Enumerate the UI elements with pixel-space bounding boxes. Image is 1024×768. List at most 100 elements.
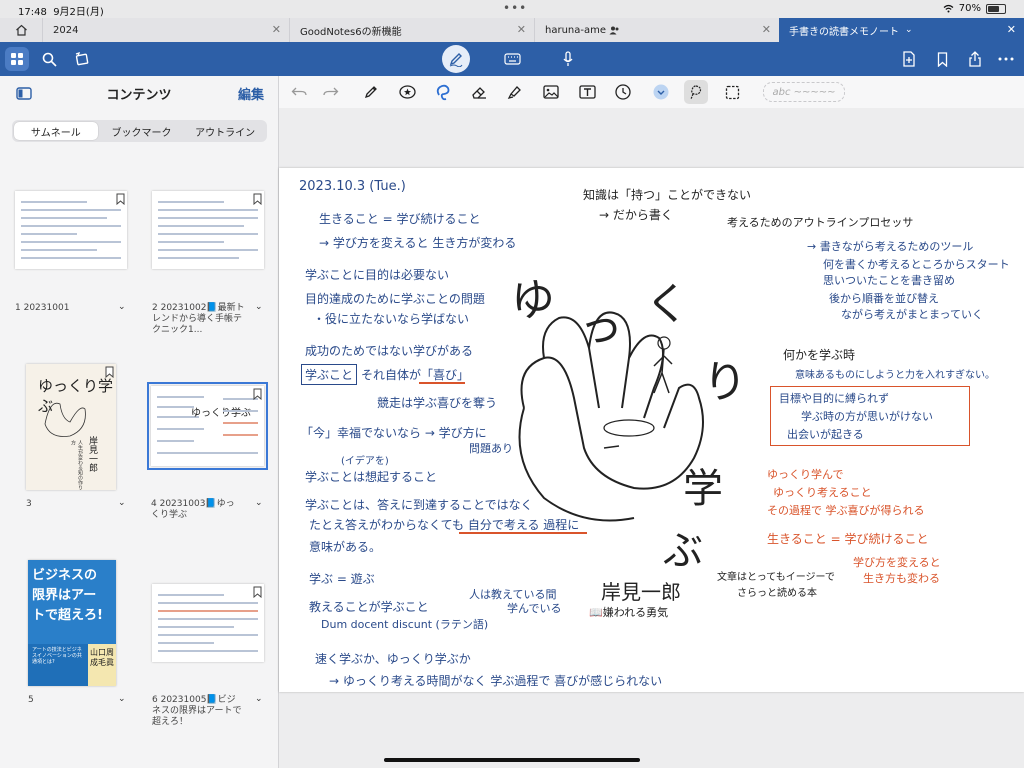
- share-button[interactable]: [963, 47, 987, 71]
- pen-icon: [364, 86, 377, 99]
- tool-options-dropdown[interactable]: [649, 80, 673, 104]
- tab-reading-memo[interactable]: 手書きの読書メモノート ⌄ ✕: [779, 18, 1024, 42]
- page-thumbnail-6[interactable]: [152, 584, 264, 662]
- write-mode-button[interactable]: [442, 45, 470, 73]
- more-icon: [998, 57, 1014, 61]
- close-icon[interactable]: ✕: [272, 23, 281, 36]
- note-text: 何かを学ぶ時: [783, 348, 856, 362]
- note-text: 意味がある。: [309, 540, 382, 554]
- note-text: 学ぶことは想起すること: [305, 470, 438, 484]
- close-icon[interactable]: ✕: [762, 23, 771, 36]
- home-tab[interactable]: [0, 18, 42, 42]
- home-indicator[interactable]: [384, 758, 640, 762]
- note-boxed-text: 学ぶこと: [301, 364, 358, 385]
- shared-users-icon: [609, 26, 619, 34]
- handwriting-select-button[interactable]: [684, 80, 708, 104]
- more-button[interactable]: [994, 47, 1018, 71]
- audio-record-button[interactable]: [554, 45, 582, 73]
- lasso-tool-button[interactable]: [431, 80, 455, 104]
- note-text: 生きること = 学び続けること: [767, 532, 929, 546]
- chevron-down-icon[interactable]: ⌄: [255, 498, 263, 508]
- page-thumbnail-4[interactable]: ゆっくり学ぶ: [147, 382, 268, 470]
- note-related-book: 📖嫌われる勇気: [589, 606, 669, 619]
- bookmark-icon[interactable]: [253, 193, 262, 205]
- page-thumbnail-3[interactable]: ゆっくり学ぶ 岸見一郎 人生が変わる知の作り方: [26, 364, 116, 490]
- segment-outline[interactable]: アウトライン: [183, 120, 267, 142]
- tab-goodnotes6[interactable]: GoodNotes6の新機能 ✕: [289, 18, 534, 42]
- note-text: 思いついたことを書き留め: [823, 274, 955, 287]
- note-author: 岸見一郎: [601, 580, 681, 604]
- page-label-1: 1 20231001: [15, 303, 70, 313]
- chevron-down-icon[interactable]: ⌄: [255, 302, 263, 312]
- bookmark-icon[interactable]: [253, 388, 262, 400]
- chevron-down-icon[interactable]: ⌄: [118, 498, 126, 508]
- tab-haruna-ame[interactable]: haruna-ame ✕: [534, 18, 779, 42]
- close-icon[interactable]: ✕: [517, 23, 526, 36]
- note-annotation: (イデアを): [341, 456, 389, 467]
- text-recognition-preview[interactable]: abc ~~~~~: [763, 82, 845, 102]
- search-button[interactable]: [37, 47, 61, 71]
- timer-tool-button[interactable]: [611, 80, 635, 104]
- grid-view-button[interactable]: [5, 47, 29, 71]
- book-cover-author: 岸見一郎: [87, 436, 97, 472]
- tab-2024[interactable]: 2024 ✕: [42, 18, 289, 42]
- eraser-icon: [472, 86, 486, 99]
- bookmark-icon: [937, 51, 947, 67]
- edit-button[interactable]: 編集: [238, 84, 264, 103]
- chevron-down-circle-icon: [653, 84, 669, 100]
- note-text: 学ぶ = 遊ぶ: [309, 572, 375, 586]
- image-tool-button[interactable]: [539, 80, 563, 104]
- sidebar-title: コンテンツ: [106, 88, 172, 103]
- eraser-tool-button[interactable]: [467, 80, 491, 104]
- note-text: ながら考えがまとまっていく: [841, 308, 984, 321]
- redo-icon: [323, 87, 339, 96]
- rotate-page-button[interactable]: [70, 47, 94, 71]
- note-text: Dum docent discunt (ラテン語): [321, 618, 489, 631]
- note-text: 学ぶ時の方が思いがけない: [801, 410, 933, 423]
- undo-icon: [291, 87, 307, 96]
- battery-percent: 70%: [958, 3, 981, 14]
- lasso-pen-icon: [690, 85, 702, 100]
- book-cover-subtitle: アートの技法とビジネスイノベーションの共通項とは?: [32, 647, 82, 665]
- chevron-down-icon[interactable]: ⌄: [255, 694, 263, 704]
- note-text: → だから書く: [599, 208, 673, 222]
- note-text: 学ぶことは、答えに到達することではなく: [305, 498, 533, 512]
- segment-bookmark[interactable]: ブックマーク: [100, 120, 184, 142]
- undo-button[interactable]: [287, 80, 311, 104]
- redo-button[interactable]: [319, 80, 343, 104]
- highlighter-tool-button[interactable]: [503, 80, 527, 104]
- chevron-down-icon[interactable]: ⌄: [118, 302, 126, 312]
- pen-write-icon: [449, 53, 463, 67]
- bookmark-icon[interactable]: [116, 193, 125, 205]
- select-rect-icon: [725, 85, 739, 99]
- text-tool-button[interactable]: [575, 80, 599, 104]
- note-text: 出会いが起きる: [787, 428, 864, 441]
- select-rect-button[interactable]: [720, 80, 744, 104]
- add-page-button[interactable]: [897, 47, 921, 71]
- page-label-4: 4 20231003📘ゆっくり学ぶ: [151, 499, 235, 520]
- note-text: 教えることが学ぶこと: [309, 600, 429, 614]
- wifi-icon: [943, 4, 954, 13]
- sticker-tool-button[interactable]: [395, 80, 419, 104]
- segment-thumbnail[interactable]: サムネール: [14, 122, 98, 140]
- keyboard-mode-button[interactable]: [498, 45, 526, 73]
- close-icon[interactable]: ✕: [1007, 23, 1016, 36]
- chevron-down-icon[interactable]: ⌄: [905, 25, 913, 35]
- text-box-icon: [578, 85, 596, 99]
- bookmark-icon[interactable]: [105, 366, 114, 378]
- page-thumbnail-1[interactable]: [15, 191, 127, 269]
- note-text: 学ぶことに目的は必要ない: [305, 268, 450, 282]
- microphone-icon: [563, 51, 573, 66]
- drawing-toolbar: abc ~~~~~: [279, 76, 1024, 109]
- note-page[interactable]: 2023.10.3 (Tue.) 生きること = 学び続けること → 学び方を変…: [279, 168, 1024, 692]
- page-thumbnail-5[interactable]: ビジネスの 限界はアー トで超えろ! アートの技法とビジネスイノベーションの共通…: [28, 560, 116, 686]
- page-thumbnail-2[interactable]: [152, 191, 264, 269]
- bookmark-icon[interactable]: [253, 586, 262, 598]
- note-text: さらっと読める本: [737, 588, 817, 599]
- note-text: 後から順番を並び替え: [829, 292, 939, 305]
- bookmark-button[interactable]: [930, 47, 954, 71]
- chevron-down-icon[interactable]: ⌄: [118, 694, 126, 704]
- pen-tool-button[interactable]: [359, 80, 383, 104]
- multitasking-dots[interactable]: •••: [503, 1, 527, 15]
- cover-big-char: く: [645, 279, 689, 330]
